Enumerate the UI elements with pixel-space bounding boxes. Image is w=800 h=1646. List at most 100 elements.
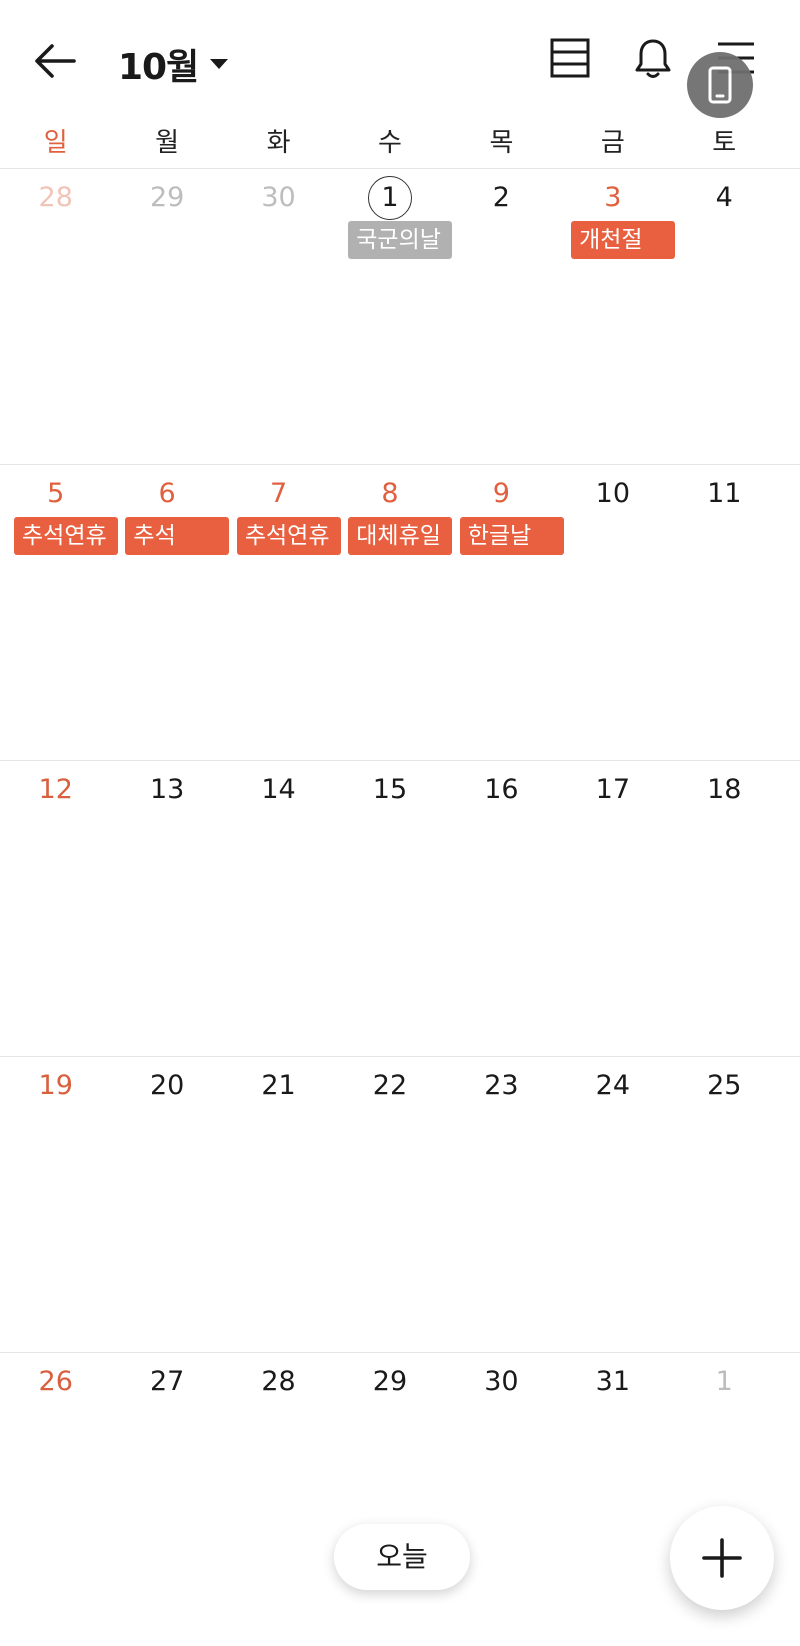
day-number: 2 [446,181,557,215]
event-chip[interactable]: 추석 [125,517,230,555]
day-number-text: 11 [707,478,742,509]
day-cell[interactable]: 26 [0,1353,111,1646]
day-number-text: 28 [38,182,73,213]
weekday-fri: 금 [600,128,625,158]
day-number: 18 [669,773,780,807]
day-number: 14 [223,773,334,807]
day-cell[interactable]: 7 추석연휴 [223,465,341,760]
day-cell[interactable]: 19 [0,1057,111,1352]
day-number: 5 [0,477,111,511]
month-grid: 28 29 30 1 국군의날 2 3 개천절 4 5 추석연휴 6 추석 7 추석연휴 8 대체휴일 9 한글날 1… [0,168,800,1646]
day-number-text: 17 [595,774,630,805]
day-number-text: 22 [372,1070,408,1101]
day-number-text: 31 [595,1366,630,1397]
day-cell[interactable]: 6 추석 [111,465,230,760]
day-cell[interactable]: 31 [557,1353,668,1646]
day-number-text: 28 [261,1366,296,1397]
day-number: 25 [669,1069,780,1103]
add-event-button[interactable] [670,1506,774,1610]
day-cell[interactable]: 2 [446,169,557,464]
day-number: 17 [557,773,668,807]
day-number-text: 15 [372,774,408,805]
day-number-text: 21 [261,1070,296,1101]
day-number: 28 [223,1365,334,1399]
floating-phone-button[interactable] [687,52,753,118]
day-cell[interactable]: 28 [223,1353,334,1646]
day-cell[interactable]: 20 [111,1057,222,1352]
today-button[interactable]: 오늘 [334,1524,470,1590]
day-number-text: 29 [372,1366,408,1397]
day-cell[interactable]: 9 한글날 [446,465,564,760]
day-number: 10 [557,477,668,511]
day-cell[interactable]: 16 [446,761,557,1056]
day-number-text: 2 [492,182,510,213]
day-cell[interactable]: 12 [0,761,111,1056]
week-row: 28 29 30 1 국군의날 2 3 개천절 4 [0,168,800,464]
day-number: 12 [0,773,111,807]
day-cell[interactable]: 13 [111,761,222,1056]
list-view-button[interactable] [548,36,598,86]
back-button[interactable] [30,36,86,86]
event-chip[interactable]: 추석연휴 [14,517,118,555]
month-selector[interactable]: 10월 [118,36,229,92]
day-number-text: 7 [269,478,288,509]
day-cell[interactable]: 17 [557,761,668,1056]
day-number: 16 [446,773,557,807]
day-cell[interactable]: 18 [669,761,780,1056]
day-cell[interactable]: 10 [557,465,668,760]
notification-button[interactable] [631,36,681,86]
day-number: 3 [557,181,668,215]
day-number: 8 [334,477,445,511]
day-cell[interactable]: 1 국군의날 [334,169,453,464]
day-cell[interactable]: 4 [669,169,780,464]
day-number-text: 10 [595,478,630,509]
week-row: 19 20 21 22 23 24 25 [0,1056,800,1352]
day-number-text: 4 [715,182,733,213]
day-cell[interactable]: 8 대체휴일 [334,465,453,760]
caret-down-icon [210,59,229,69]
bell-icon [635,39,671,78]
day-number-text: 13 [149,774,185,805]
day-cell[interactable]: 29 [111,169,222,464]
event-chip[interactable]: 대체휴일 [348,517,453,555]
day-number: 7 [223,477,334,511]
day-cell[interactable]: 30 [223,169,334,464]
day-number: 19 [0,1069,111,1103]
day-cell[interactable]: 25 [669,1057,780,1352]
day-number-text: 1 [715,1366,733,1397]
day-cell[interactable]: 22 [334,1057,445,1352]
day-cell[interactable]: 3 개천절 [557,169,676,464]
day-cell[interactable]: 29 [334,1353,445,1646]
event-chip[interactable]: 한글날 [459,517,564,555]
day-number: 9 [446,477,557,511]
day-cell[interactable]: 5 추석연휴 [0,465,118,760]
day-cell[interactable]: 21 [223,1057,334,1352]
day-cell[interactable]: 28 [0,169,111,464]
day-number: 20 [111,1069,222,1103]
day-number-text: 29 [149,182,185,213]
weekday-sun: 일 [43,128,68,158]
day-number-text: 8 [381,478,399,509]
event-chip[interactable]: 추석연휴 [236,517,341,555]
day-number-text: 20 [149,1070,185,1101]
event-chip[interactable]: 국군의날 [348,221,453,259]
day-cell[interactable]: 24 [557,1057,668,1352]
day-cell[interactable]: 27 [111,1353,222,1646]
day-number-text: 24 [595,1070,630,1101]
day-number: 1 [334,176,445,220]
weekday-tue: 화 [266,128,291,158]
day-cell[interactable]: 15 [334,761,445,1056]
event-chip[interactable]: 개천절 [571,221,676,259]
day-number-text: 6 [158,478,176,509]
day-cell[interactable]: 14 [223,761,334,1056]
week-row: 5 추석연휴 6 추석 7 추석연휴 8 대체휴일 9 한글날 10 11 [0,464,800,760]
day-cell[interactable]: 11 [669,465,780,760]
day-number-text: 12 [38,774,73,805]
weekday-mon: 월 [155,128,180,158]
day-cell[interactable]: 23 [446,1057,557,1352]
day-number-text: 14 [261,774,296,805]
day-number: 6 [111,477,222,511]
day-number: 21 [223,1069,334,1103]
day-cell[interactable]: 30 [446,1353,557,1646]
weekday-sat: 토 [712,128,737,158]
